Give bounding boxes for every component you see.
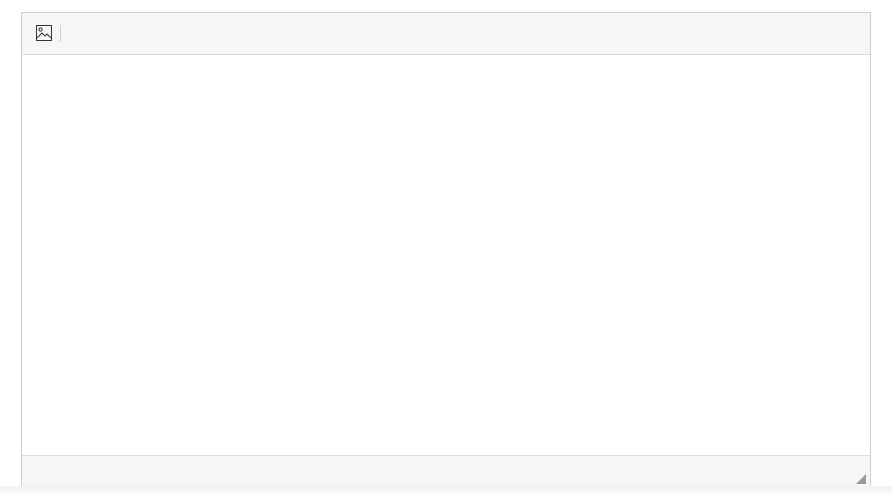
page-bottom-shade: [0, 486, 892, 493]
editor-toolbar: [22, 13, 870, 55]
rich-text-editor: [21, 12, 871, 486]
editor-statusbar: [22, 455, 870, 486]
editor-content-area[interactable]: [22, 55, 870, 455]
toolbar-separator: [60, 25, 61, 42]
image-icon: [36, 25, 52, 41]
insert-image-button[interactable]: [34, 23, 54, 43]
resize-handle-icon[interactable]: [856, 471, 866, 484]
